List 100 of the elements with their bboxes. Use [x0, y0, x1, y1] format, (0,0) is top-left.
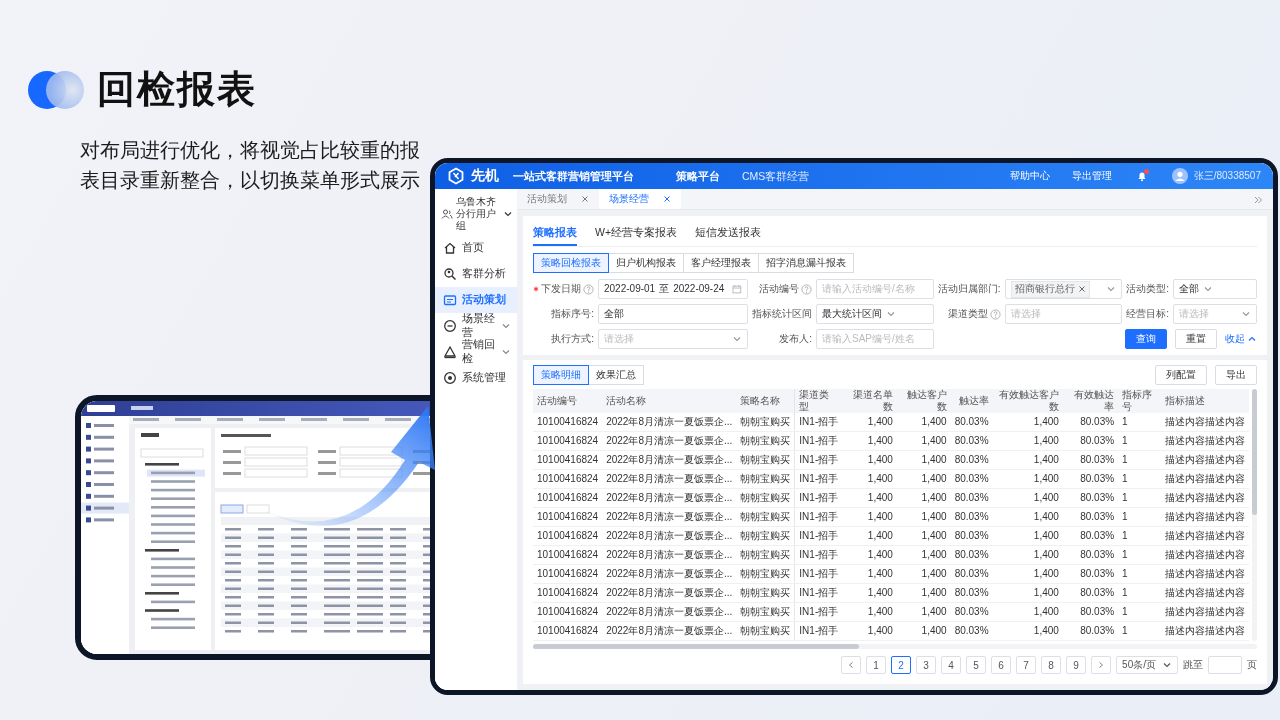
- report-type-tab[interactable]: 归户机构报表: [608, 253, 684, 273]
- search-button[interactable]: 查询: [1125, 329, 1167, 349]
- table-cell: 1,400: [992, 450, 1063, 470]
- page-tab[interactable]: 活动策划: [517, 189, 599, 209]
- table-cell: 1,400: [843, 469, 897, 489]
- table-cell: 80.03%: [950, 413, 993, 432]
- sidebar-item[interactable]: 首页: [435, 235, 517, 261]
- table-cell: IN1-招手: [794, 488, 844, 508]
- logo-icon: [447, 167, 465, 185]
- sidebar-item[interactable]: 营销回检: [435, 339, 517, 365]
- sidebar-item[interactable]: 活动策划: [435, 287, 517, 313]
- toolbar-button[interactable]: 列配置: [1155, 365, 1207, 385]
- close-icon[interactable]: [663, 195, 671, 203]
- table-cell: 描述内容描述内容: [1161, 583, 1249, 603]
- chevron-down-icon: [1162, 660, 1172, 670]
- dual-circle-icon: [27, 68, 85, 111]
- table-cell: 1,400: [896, 431, 951, 451]
- page-button[interactable]: 4: [941, 656, 962, 674]
- table-cell: IN1-招手: [794, 545, 844, 565]
- close-icon[interactable]: [1077, 285, 1086, 293]
- table-cell: IN1-招手: [794, 431, 844, 451]
- table-cell: 10100416824: [533, 413, 603, 432]
- nav-tab[interactable]: CMS客群经营: [742, 169, 810, 183]
- table-cell: 80.03%: [1062, 469, 1119, 489]
- toolbar-button[interactable]: 导出: [1215, 365, 1257, 385]
- table-cell: 朝朝宝购买: [736, 602, 795, 622]
- page-button[interactable]: 9: [1066, 656, 1087, 674]
- field-label: 下发日期: [541, 283, 581, 295]
- report-type-tab[interactable]: 招字消息漏斗报表: [758, 253, 854, 273]
- table-cell: 朝朝宝购买: [736, 469, 795, 489]
- sidebar-item[interactable]: 客群分析: [435, 261, 517, 287]
- page-button[interactable]: 8: [1041, 656, 1062, 674]
- result-tab[interactable]: 效果汇总: [588, 365, 644, 385]
- chevron-up-icon: [1247, 334, 1257, 344]
- chevron-down-icon: [732, 334, 742, 344]
- report-tab[interactable]: 短信发送报表: [695, 222, 762, 246]
- report-tab[interactable]: W+经营专案报表: [595, 222, 678, 246]
- column-header: 活动编号: [533, 389, 603, 413]
- table-cell: 1,400: [992, 583, 1063, 603]
- nav-tab[interactable]: 策略平台: [676, 169, 720, 183]
- table-cell: 2022年8月清凉一夏饭票企...: [602, 507, 737, 527]
- previous-page-button[interactable]: [841, 656, 862, 674]
- select-field[interactable]: 招商银行总行: [1004, 279, 1123, 299]
- report-tab[interactable]: 策略报表: [533, 222, 577, 246]
- table-cell: 80.03%: [1062, 621, 1119, 641]
- search-icon: [443, 267, 457, 281]
- result-tab[interactable]: 策略明细: [533, 365, 589, 385]
- report-type-tab[interactable]: 客户经理报表: [683, 253, 759, 273]
- select-field[interactable]: 全部: [1173, 279, 1257, 299]
- table-cell: 1,400: [843, 602, 897, 622]
- table-cell: 1: [1118, 450, 1161, 470]
- double-chevron-icon[interactable]: [1253, 195, 1263, 205]
- vertical-scrollbar[interactable]: [1252, 389, 1257, 641]
- page-button[interactable]: 3: [916, 656, 937, 674]
- group-selector[interactable]: 乌鲁木齐分行用户组: [435, 193, 517, 235]
- page-tab[interactable]: 场景经营: [599, 189, 681, 209]
- target-icon: [443, 371, 457, 385]
- page-button[interactable]: 6: [991, 656, 1012, 674]
- page-button[interactable]: 7: [1016, 656, 1037, 674]
- table-cell: 1: [1118, 564, 1161, 584]
- table-cell: 2022年8月清凉一夏饭票企...: [602, 545, 737, 565]
- table-cell: 2022年8月清凉一夏饭票企...: [602, 488, 737, 508]
- select-field[interactable]: 最大统计区间: [816, 304, 934, 324]
- table-cell: 1: [1118, 488, 1161, 508]
- table-cell: 1: [1118, 545, 1161, 565]
- chevron-down-icon: [1203, 284, 1213, 294]
- date-range-field[interactable]: 2022-09-01 至 2022-09-24: [598, 279, 748, 299]
- table-cell: 1,400: [992, 564, 1063, 584]
- table-cell: 80.03%: [950, 526, 993, 546]
- table-cell: 朝朝宝购买: [736, 526, 795, 546]
- column-header: 触达客户数: [896, 389, 951, 413]
- input-field[interactable]: 全部: [598, 304, 748, 324]
- next-page-button[interactable]: [1091, 656, 1112, 674]
- table-cell: 1,400: [843, 621, 897, 641]
- table-cell: IN1-招手: [794, 621, 844, 641]
- column-header: 有效触达客户数: [992, 389, 1063, 413]
- page-button[interactable]: 1: [866, 656, 887, 674]
- page-input[interactable]: [1208, 656, 1242, 674]
- collapse-link[interactable]: 收起: [1225, 329, 1257, 349]
- table-cell: 10100416824: [533, 564, 603, 584]
- table-cell: 朝朝宝购买: [736, 488, 795, 508]
- header-link[interactable]: 帮助中心: [1009, 170, 1050, 182]
- sidebar-item[interactable]: 系统管理: [435, 365, 517, 391]
- page-button[interactable]: 2: [891, 656, 912, 674]
- page-size-select[interactable]: 50条/页: [1116, 656, 1178, 674]
- horizontal-scrollbar[interactable]: [533, 644, 1257, 649]
- reset-button[interactable]: 重置: [1175, 329, 1217, 349]
- table-cell: 2022年8月清凉一夏饭票企...: [602, 602, 737, 622]
- table-cell: 1,400: [992, 488, 1063, 508]
- close-icon[interactable]: [581, 195, 589, 203]
- table-cell: IN1-招手: [794, 564, 844, 584]
- report-type-tab[interactable]: 策略回检报表: [533, 253, 609, 273]
- sidebar-item[interactable]: 场景经营: [435, 313, 517, 339]
- table-cell: 朝朝宝购买: [736, 507, 795, 527]
- table-cell: 1,400: [896, 583, 951, 603]
- page-button[interactable]: 5: [966, 656, 987, 674]
- app-logo: 先机: [471, 167, 499, 185]
- header-link[interactable]: 导出管理: [1071, 170, 1112, 182]
- table-cell: 10100416824: [533, 431, 603, 451]
- table-cell: 80.03%: [1062, 431, 1119, 451]
